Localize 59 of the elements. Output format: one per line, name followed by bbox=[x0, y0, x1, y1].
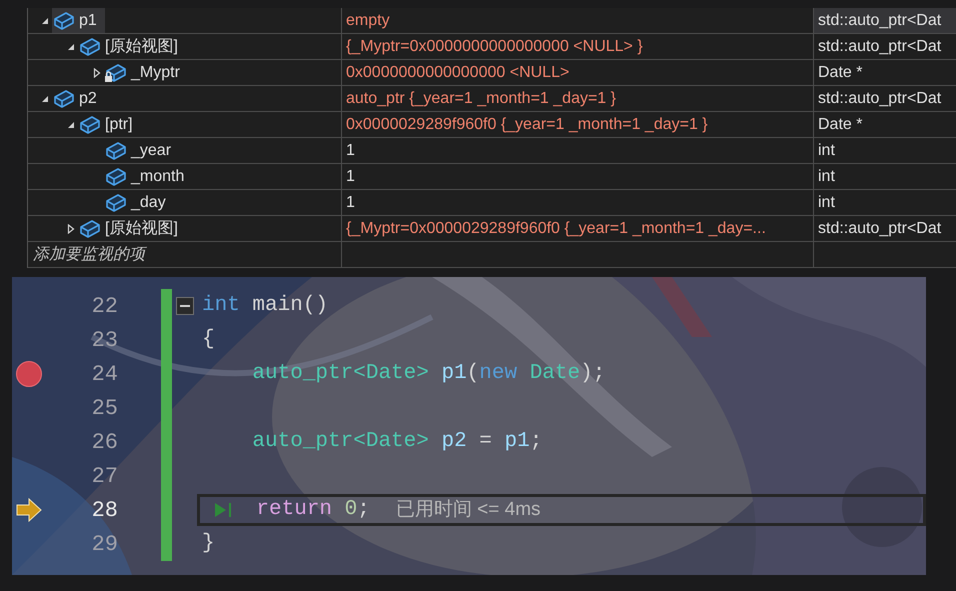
variable-type: int bbox=[818, 140, 835, 160]
variable-type: std::auto_ptr<Dat bbox=[818, 88, 942, 108]
variable-type: Date * bbox=[818, 114, 862, 134]
code-line: int main() bbox=[202, 293, 328, 320]
variable-type: int bbox=[818, 192, 835, 212]
watch-item[interactable]: _month bbox=[104, 164, 192, 189]
code-line: auto_ptr<Date> p2 = p1; bbox=[252, 429, 542, 456]
variable-name: p1 bbox=[79, 10, 97, 30]
line-number: 25 bbox=[90, 394, 118, 422]
collapse-triangle-icon[interactable] bbox=[41, 94, 49, 102]
variable-name: [原始视图] bbox=[105, 36, 178, 56]
line-number: 26 bbox=[90, 428, 118, 456]
variable-type: Date * bbox=[818, 62, 862, 82]
variable-value: 1 bbox=[346, 192, 355, 212]
code-line: { bbox=[202, 327, 215, 354]
collapse-triangle-icon[interactable] bbox=[67, 42, 75, 50]
variable-name: _day bbox=[131, 192, 166, 212]
elapsed-time-hint: 已用时间 <= 4ms bbox=[396, 498, 541, 522]
variable-name: _Myptr bbox=[131, 62, 180, 82]
line-number: 22 bbox=[90, 292, 118, 320]
watch-item[interactable]: p1 bbox=[52, 8, 105, 33]
variable-name: _year bbox=[131, 140, 172, 160]
watch-item[interactable]: [原始视图] bbox=[78, 34, 186, 59]
variable-value: 1 bbox=[346, 166, 355, 186]
expand-triangle-icon[interactable] bbox=[67, 224, 75, 234]
variable-value: {_Myptr=0x0000029289f960f0 {_year=1 _month=1 _day=... bbox=[346, 218, 766, 238]
variable-name: [原始视图] bbox=[105, 218, 178, 238]
line-number: 29 bbox=[90, 530, 118, 558]
variable-value: {_Myptr=0x0000000000000000 <NULL> } bbox=[346, 36, 643, 56]
watch-item[interactable]: _year bbox=[104, 138, 180, 163]
collapse-triangle-icon[interactable] bbox=[41, 16, 49, 24]
expand-triangle-icon[interactable] bbox=[93, 68, 101, 78]
variable-value: empty bbox=[346, 10, 390, 30]
line-number: 28 bbox=[90, 496, 118, 524]
variable-type: std::auto_ptr<Dat bbox=[818, 36, 942, 56]
code-line: return 0; bbox=[256, 497, 370, 524]
code-line: auto_ptr<Date> p1(new Date); bbox=[252, 361, 606, 388]
line-number: 27 bbox=[90, 462, 118, 490]
variable-value: auto_ptr {_year=1 _month=1 _day=1 } bbox=[346, 88, 616, 108]
code-line: } bbox=[202, 531, 215, 558]
variable-type: std::auto_ptr<Dat bbox=[818, 218, 942, 238]
add-watch-field[interactable]: 添加要监视的项 bbox=[33, 242, 145, 266]
watch-item[interactable]: _day bbox=[104, 190, 174, 215]
collapse-triangle-icon[interactable] bbox=[67, 120, 75, 128]
variable-value: 0x0000000000000000 <NULL> bbox=[346, 62, 570, 82]
variable-name: [ptr] bbox=[105, 114, 133, 134]
variable-value: 0x0000029289f960f0 {_year=1 _month=1 _day=1 } bbox=[346, 114, 708, 134]
line-number: 23 bbox=[90, 326, 118, 354]
variable-name: p2 bbox=[79, 88, 97, 108]
variable-type: std::auto_ptr<Dat bbox=[818, 10, 942, 30]
collapse-icon[interactable] bbox=[176, 297, 194, 315]
watch-item[interactable]: p2 bbox=[52, 86, 105, 111]
variable-name: _month bbox=[131, 166, 184, 186]
watch-item[interactable]: [ptr] bbox=[78, 112, 141, 137]
variable-value: 1 bbox=[346, 140, 355, 160]
line-number: 24 bbox=[90, 360, 118, 388]
variable-type: int bbox=[818, 166, 835, 186]
watch-item[interactable]: [原始视图] bbox=[78, 216, 186, 241]
watch-item[interactable]: _Myptr bbox=[104, 60, 188, 85]
